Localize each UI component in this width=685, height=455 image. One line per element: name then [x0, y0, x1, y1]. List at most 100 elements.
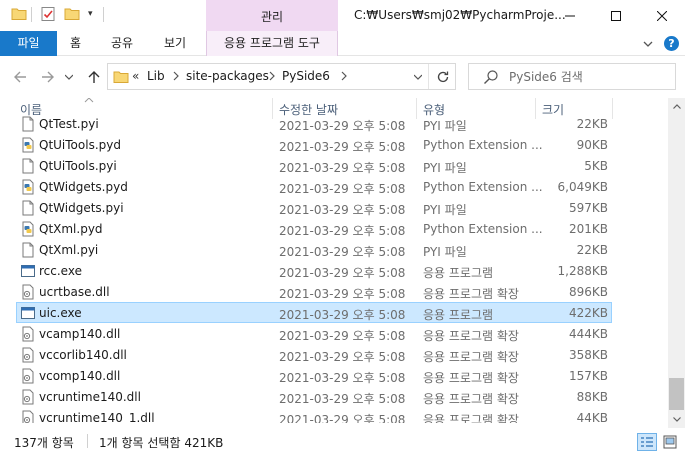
file-date: 2021-03-29 오후 5:08	[279, 329, 406, 343]
file-type: Python Extension ...	[423, 180, 543, 194]
file-list: 이름 수정한 날짜 유형 크기 QtTest.pyi 2021-03-29 오후 …	[0, 98, 685, 428]
file-size: 201KB	[568, 222, 608, 236]
file-name: vcruntime140.dll	[39, 390, 141, 404]
address-bar[interactable]: « Lib site-packages PySide6	[107, 63, 456, 90]
title-bar: ▾ 관리 C:₩Users₩smj02₩PycharmProje...	[0, 0, 685, 31]
file-type: 응용 프로그램	[423, 266, 494, 280]
minimize-icon	[565, 15, 575, 16]
new-folder-icon[interactable]	[64, 6, 80, 22]
tab-share[interactable]: 공유	[111, 31, 133, 56]
refresh-button[interactable]	[428, 64, 456, 89]
file-date: 2021-03-29 오후 5:08	[279, 182, 406, 196]
context-tab-group: 관리	[206, 0, 338, 31]
sort-ascending-icon	[84, 98, 94, 103]
breadcrumb-pyside6[interactable]: PySide6	[282, 69, 330, 83]
recent-locations-button[interactable]	[63, 67, 75, 87]
table-row[interactable]: QtWidgets.pyd 2021-03-29 오후 5:08 Python Ex…	[16, 176, 612, 197]
back-button[interactable]	[10, 67, 30, 87]
scroll-thumb[interactable]	[669, 378, 684, 410]
table-row[interactable]: vcruntime140_1.dll 2021-03-29 오후 5:08 응용 프…	[16, 407, 612, 423]
file-date: 2021-03-29 오후 5:08	[279, 392, 406, 406]
quick-access-separator	[103, 7, 104, 22]
table-row[interactable]: QtXml.pyd 2021-03-29 오후 5:08 Python Extens…	[16, 218, 612, 239]
file-name: QtUiTools.pyd	[39, 138, 121, 152]
chevron-down-icon	[65, 74, 73, 80]
maximize-button[interactable]	[593, 0, 639, 31]
details-view-icon	[641, 437, 653, 447]
file-date: 2021-03-29 오후 5:08	[279, 413, 406, 423]
file-type: 응용 프로그램 확장	[423, 392, 519, 406]
properties-icon[interactable]	[40, 6, 56, 22]
chevron-right-icon[interactable]	[172, 71, 180, 81]
search-input[interactable]	[509, 68, 669, 86]
tab-application-tools[interactable]: 응용 프로그램 도구	[206, 31, 338, 56]
chevron-right-icon[interactable]	[268, 71, 276, 81]
breadcrumb-lib[interactable]: Lib	[147, 69, 165, 83]
file-name: vcruntime140_1.dll	[39, 411, 155, 423]
up-button[interactable]	[84, 67, 104, 87]
file-size: 444KB	[568, 327, 608, 341]
table-row[interactable]: vccorlib140.dll 2021-03-29 오후 5:08 응용 프로그램…	[16, 344, 612, 365]
search-box[interactable]	[468, 63, 676, 90]
file-size: 1,288KB	[557, 264, 608, 278]
scroll-down-button[interactable]	[668, 411, 685, 428]
dll-icon	[22, 410, 34, 423]
large-icons-view-button[interactable]	[661, 433, 679, 451]
file-type: 응용 프로그램 확장	[423, 287, 519, 301]
scroll-up-button[interactable]	[668, 98, 685, 115]
dll-icon	[22, 284, 34, 300]
exe-icon	[21, 265, 35, 277]
close-icon	[657, 10, 667, 21]
table-row[interactable]: ucrtbase.dll 2021-03-29 오후 5:08 응용 프로그램 확장…	[16, 281, 612, 302]
file-name: QtUiTools.pyi	[39, 159, 117, 173]
help-icon[interactable]: ?	[664, 36, 679, 51]
tab-file[interactable]: 파일	[0, 31, 57, 56]
file-date: 2021-03-29 오후 5:08	[279, 287, 406, 301]
customize-quick-access-icon[interactable]: ▾	[88, 8, 93, 20]
file-size: 5KB	[584, 159, 608, 173]
file-type: PYI 파일	[423, 203, 467, 217]
file-date: 2021-03-29 오후 5:08	[279, 371, 406, 385]
table-row[interactable]: rcc.exe 2021-03-29 오후 5:08 응용 프로그램 1,288KB	[16, 260, 612, 281]
file-size: 597KB	[568, 201, 608, 215]
chevron-right-icon[interactable]	[340, 71, 348, 81]
file-name: QtTest.pyi	[39, 117, 99, 131]
minimize-button[interactable]	[547, 0, 593, 31]
table-row[interactable]: QtWidgets.pyi 2021-03-29 오후 5:08 PYI 파일 597…	[16, 197, 612, 218]
tab-home[interactable]: 홈	[70, 31, 81, 56]
file-name: vcamp140.dll	[39, 327, 121, 341]
file-size: 157KB	[568, 369, 608, 383]
arrow-up-icon	[88, 71, 100, 83]
ribbon-tabs: 파일 홈 공유 보기 응용 프로그램 도구 ?	[0, 31, 685, 56]
file-date: 2021-03-29 오후 5:08	[279, 140, 406, 154]
file-date: 2021-03-29 오후 5:08	[279, 161, 406, 175]
table-row[interactable]: QtXml.pyi 2021-03-29 오후 5:08 PYI 파일 22KB	[16, 239, 612, 260]
vertical-scrollbar[interactable]	[668, 98, 685, 428]
quick-access-separator	[31, 7, 32, 22]
file-date: 2021-03-29 오후 5:08	[279, 266, 406, 280]
file-name: rcc.exe	[39, 264, 82, 278]
table-row[interactable]: vcruntime140.dll 2021-03-29 오후 5:08 응용 프로그…	[16, 386, 612, 407]
table-row[interactable]: vcomp140.dll 2021-03-29 오후 5:08 응용 프로그램 확장…	[16, 365, 612, 386]
arrow-right-icon	[42, 71, 54, 83]
table-row[interactable]: QtUiTools.pyi 2021-03-29 오후 5:08 PYI 파일 5KB	[16, 155, 612, 176]
table-row[interactable]: QtUiTools.pyd 2021-03-29 오후 5:08 Python Ex…	[16, 134, 612, 155]
file-size: 6,049KB	[557, 180, 608, 194]
table-row[interactable]: QtTest.pyi 2021-03-29 오후 5:08 PYI 파일 22KB	[16, 113, 612, 134]
folder-icon[interactable]	[11, 6, 27, 22]
file-date: 2021-03-29 오후 5:08	[279, 245, 406, 259]
tab-view[interactable]: 보기	[164, 31, 186, 56]
table-row[interactable]: vcamp140.dll 2021-03-29 오후 5:08 응용 프로그램 확장…	[16, 323, 612, 344]
status-bar: 137개 항목 1개 항목 선택함 421KB	[0, 428, 685, 455]
forward-button[interactable]	[38, 67, 58, 87]
close-button[interactable]	[639, 0, 685, 31]
file-size: 90KB	[576, 138, 608, 152]
details-view-button[interactable]	[637, 433, 657, 451]
file-name: uic.exe	[39, 306, 82, 320]
arrow-left-icon	[14, 71, 26, 83]
expand-ribbon-icon[interactable]	[641, 37, 655, 51]
breadcrumb-site-packages[interactable]: site-packages	[186, 69, 269, 83]
table-row[interactable]: uic.exe 2021-03-29 오후 5:08 응용 프로그램 422KB	[16, 302, 612, 323]
address-history-button[interactable]	[408, 64, 428, 89]
address-overflow-button[interactable]: «	[132, 69, 139, 83]
